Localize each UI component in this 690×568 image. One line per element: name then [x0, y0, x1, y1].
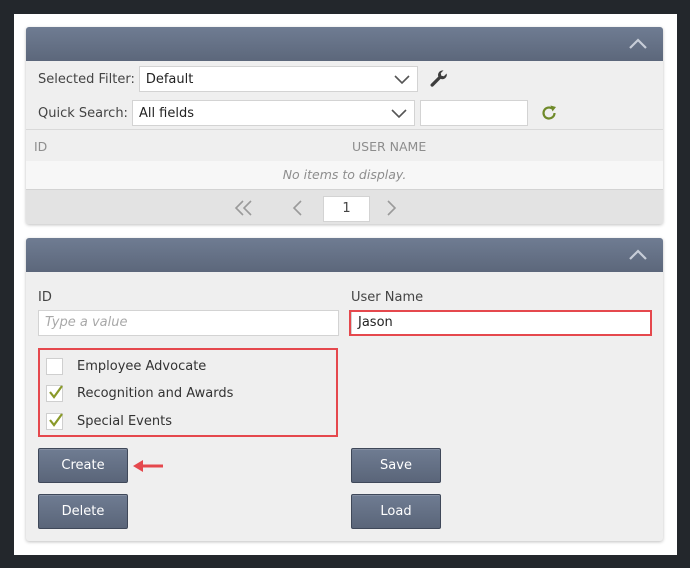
wrench-icon[interactable] [428, 68, 450, 90]
current-page-box[interactable]: 1 [323, 196, 370, 222]
refresh-icon[interactable] [539, 103, 559, 123]
filter-grid-panel: Selected Filter: Default Quick Search: A… [26, 27, 663, 224]
checkbox-label: Recognition and Awards [77, 386, 234, 401]
column-header-user-name[interactable]: USER NAME [352, 139, 426, 154]
grid-pager: 1 [26, 189, 663, 224]
delete-button[interactable]: Delete [38, 494, 128, 529]
checkbox-recognition-and-awards[interactable]: Recognition and Awards [46, 385, 233, 402]
selected-filter-label: Selected Filter: [38, 71, 135, 87]
id-field-label: ID [38, 290, 52, 305]
selected-filter-select[interactable]: Default [138, 66, 418, 92]
quick-search-row: Quick Search: All fields [38, 100, 559, 126]
user-form-panel: ID Type a value User Name Jason Employee… [26, 238, 663, 541]
chevron-right-icon[interactable] [384, 199, 398, 221]
user-name-field-label: User Name [351, 290, 424, 305]
load-button[interactable]: Load [351, 494, 441, 529]
checkmark-icon [49, 413, 63, 427]
double-chevron-left-icon[interactable] [233, 199, 255, 221]
chevron-left-icon[interactable] [291, 199, 305, 221]
quick-search-scope-select[interactable]: All fields [131, 100, 415, 126]
grid-header: ID USER NAME [26, 129, 663, 161]
arrow-left-icon [133, 456, 165, 480]
grid-empty-message: No items to display. [26, 161, 663, 189]
chevron-down-icon [393, 73, 411, 85]
checkbox-box[interactable] [46, 413, 63, 430]
checkbox-label: Special Events [77, 414, 172, 429]
selected-filter-row: Selected Filter: Default [38, 66, 450, 92]
checkbox-box[interactable] [46, 358, 63, 375]
create-button[interactable]: Create [38, 448, 128, 483]
user-name-highlight-box [349, 310, 652, 336]
selected-filter-value: Default [145, 71, 194, 87]
id-input[interactable]: Type a value [38, 310, 339, 336]
quick-search-scope-value: All fields [138, 105, 195, 121]
chevron-up-icon[interactable] [627, 36, 649, 52]
filter-panel-header [26, 27, 663, 61]
chevron-up-icon[interactable] [627, 247, 649, 263]
checkbox-label: Employee Advocate [77, 359, 207, 374]
column-header-id[interactable]: ID [34, 139, 47, 154]
checkbox-employee-advocate[interactable]: Employee Advocate [46, 358, 206, 375]
app-frame: Selected Filter: Default Quick Search: A… [14, 14, 677, 555]
quick-search-label: Quick Search: [38, 105, 128, 121]
save-button[interactable]: Save [351, 448, 441, 483]
form-panel-header [26, 238, 663, 272]
checkmark-icon [49, 385, 63, 399]
checkbox-special-events[interactable]: Special Events [46, 413, 172, 430]
chevron-down-icon [390, 107, 408, 119]
quick-search-input[interactable] [419, 100, 528, 126]
checkbox-box[interactable] [46, 385, 63, 402]
